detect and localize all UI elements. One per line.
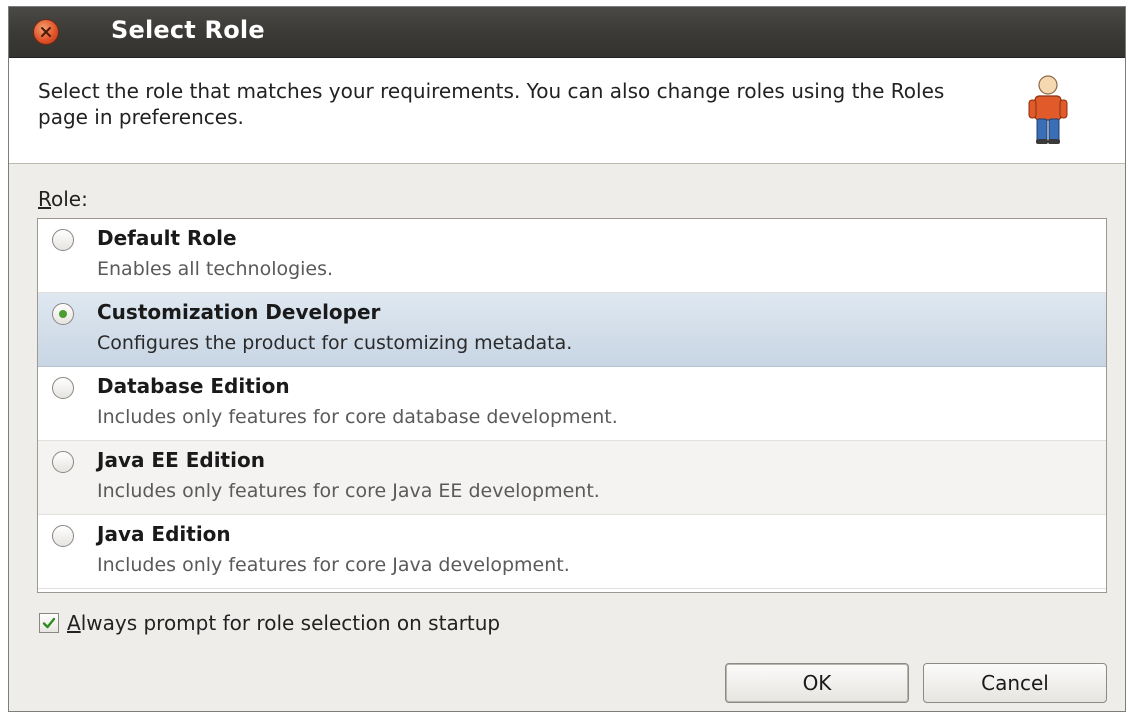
role-label: Role:: [38, 187, 88, 211]
close-icon: [41, 27, 51, 37]
always-prompt-row[interactable]: Always prompt for role selection on star…: [39, 610, 500, 636]
check-icon: [42, 617, 56, 629]
role-list[interactable]: Default Role Enables all technologies. Cus…: [37, 218, 1107, 593]
role-radio[interactable]: [52, 303, 74, 325]
person-role-icon: [1028, 75, 1068, 144]
role-radio[interactable]: [52, 377, 74, 399]
role-item[interactable]: Customization Developer Configures the pr…: [38, 293, 1106, 367]
role-title: Java Edition: [97, 522, 231, 546]
always-prompt-checkbox[interactable]: [39, 613, 59, 633]
role-radio[interactable]: [52, 229, 74, 251]
close-button[interactable]: [33, 19, 59, 45]
header-message: Select the role that matches your requir…: [38, 79, 945, 129]
role-title: Java EE Edition: [97, 448, 265, 472]
dialog-header: Select the role that matches your requir…: [9, 58, 1125, 164]
role-description: Configures the product for customizing m…: [97, 332, 573, 354]
role-radio[interactable]: [52, 451, 74, 473]
role-description: Includes only features for core database…: [97, 406, 618, 428]
role-title: Database Edition: [97, 374, 290, 398]
role-description: Enables all technologies.: [97, 258, 334, 280]
title-bar[interactable]: Select Role: [9, 7, 1125, 58]
role-radio[interactable]: [52, 525, 74, 547]
role-item[interactable]: Database Edition Includes only features f…: [38, 367, 1106, 441]
role-item[interactable]: Default Role Enables all technologies.: [38, 219, 1106, 293]
cancel-button[interactable]: Cancel: [923, 663, 1107, 703]
ok-button[interactable]: OK: [725, 663, 909, 703]
role-title: Default Role: [97, 226, 237, 250]
dialog-title: Select Role: [111, 16, 265, 44]
role-item[interactable]: Java Edition Includes only features for c…: [38, 515, 1106, 589]
role-title: Customization Developer: [97, 300, 381, 324]
role-item[interactable]: Java EE Edition Includes only features fo…: [38, 441, 1106, 515]
role-description: Includes only features for core Java EE …: [97, 480, 600, 502]
select-role-dialog: Select Role Select the role that matches…: [8, 6, 1126, 712]
always-prompt-label: Always prompt for role selection on star…: [67, 611, 501, 635]
role-description: Includes only features for core Java dev…: [97, 554, 570, 576]
